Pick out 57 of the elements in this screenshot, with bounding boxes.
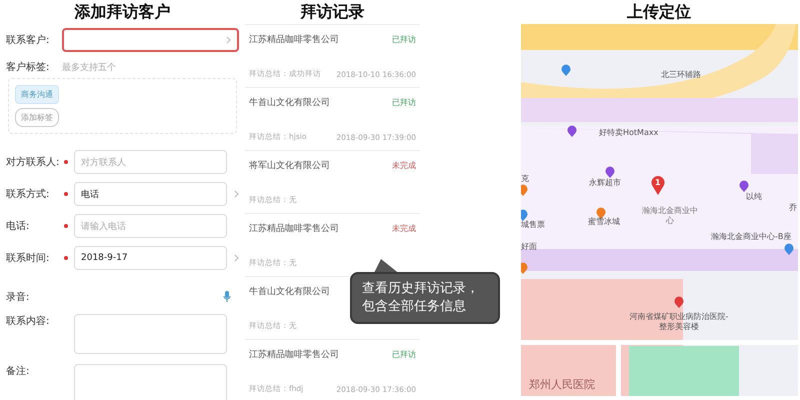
- screen-title: 添加拜访客户: [74, 1, 172, 23]
- company-name: 江苏精品咖啡零售公司: [249, 348, 339, 361]
- select-field[interactable]: 电话: [74, 182, 227, 206]
- field-label: 联系时间:: [6, 252, 50, 265]
- field-label: 对方联系人:: [6, 156, 58, 169]
- map-marker-icon: [739, 180, 749, 192]
- select-field[interactable]: 2018-9-17: [74, 246, 227, 270]
- map-label: 克: [521, 174, 529, 184]
- map-marker-icon: [674, 296, 684, 308]
- location-pin-icon[interactable]: [651, 175, 665, 195]
- map-label: 蜜雪冰城: [588, 217, 620, 227]
- company-name: 江苏精品咖啡零售公司: [249, 34, 339, 46]
- field-label: 电话:: [6, 220, 30, 233]
- map-label: 永辉超市: [589, 178, 621, 188]
- hint-text: 最多支持五个: [62, 62, 116, 74]
- map-label: 北三环辅路: [661, 70, 701, 80]
- company-name: 江苏精品咖啡零售公司: [249, 222, 339, 235]
- field-label: 联系内容:: [6, 314, 50, 328]
- map-label: 好特卖HotMaxx: [599, 128, 658, 138]
- map-label: 河南省煤矿职业病防治医院-整形美容楼: [629, 312, 729, 332]
- map-marker-icon: [784, 243, 794, 255]
- company-name: 牛首山文化有限公司: [249, 286, 330, 298]
- map-label: 瀚海北金商业中心-B座: [711, 232, 792, 242]
- map[interactable]: 1 北三环辅路 好特卖HotMaxx 克 永辉超市 瀚海北金商业中心 以纯 乔 城售票 蜜雪冰城 瀚海北金商业中心-B座 好面 河南省煤矿职业病防治医院-整形美容楼 郑州人民医院: [521, 24, 798, 396]
- microphone-icon[interactable]: [223, 291, 231, 303]
- map-marker-icon: [567, 125, 577, 137]
- pin-number: 1: [655, 178, 661, 187]
- map-label: 以纯: [746, 192, 762, 202]
- chevron-icon: [234, 254, 239, 262]
- field-label: 备注:: [6, 364, 30, 378]
- map-marker-icon: [561, 64, 571, 76]
- map-marker-icon: [605, 166, 615, 178]
- company-name: 牛首山文化有限公司: [249, 96, 330, 109]
- map-marker-icon: [596, 207, 606, 219]
- map-marker-icon: [521, 209, 528, 221]
- screen-title: 拜访记录: [299, 1, 366, 23]
- status-text: 已拜访: [392, 34, 416, 45]
- chevron-icon: [226, 36, 231, 44]
- field-label: 客户标签:: [6, 60, 50, 74]
- map-label: 郑州人民医院: [529, 380, 595, 390]
- customer-field[interactable]: [62, 28, 239, 52]
- map-label: 乔: [789, 203, 797, 213]
- company-name: 将军山文化有限公司: [249, 160, 330, 172]
- status-text: 已拜访: [392, 97, 416, 108]
- chevron-icon: [234, 190, 239, 198]
- field-label: 联系方式:: [6, 188, 50, 201]
- map-marker-icon: [521, 262, 528, 274]
- field-label: 录音:: [6, 290, 30, 304]
- map-label: 城售票: [521, 220, 545, 230]
- status-text: 未完成: [392, 223, 416, 234]
- map-marker-icon: [521, 184, 528, 196]
- field-label: 联系客户:: [6, 34, 50, 47]
- map-label: 瀚海北金商业中心: [641, 206, 699, 226]
- status-text: 已拜访: [392, 349, 416, 360]
- screen-title: 上传定位: [626, 1, 692, 23]
- map-label: 好面: [521, 242, 537, 252]
- status-text: 未完成: [392, 160, 416, 171]
